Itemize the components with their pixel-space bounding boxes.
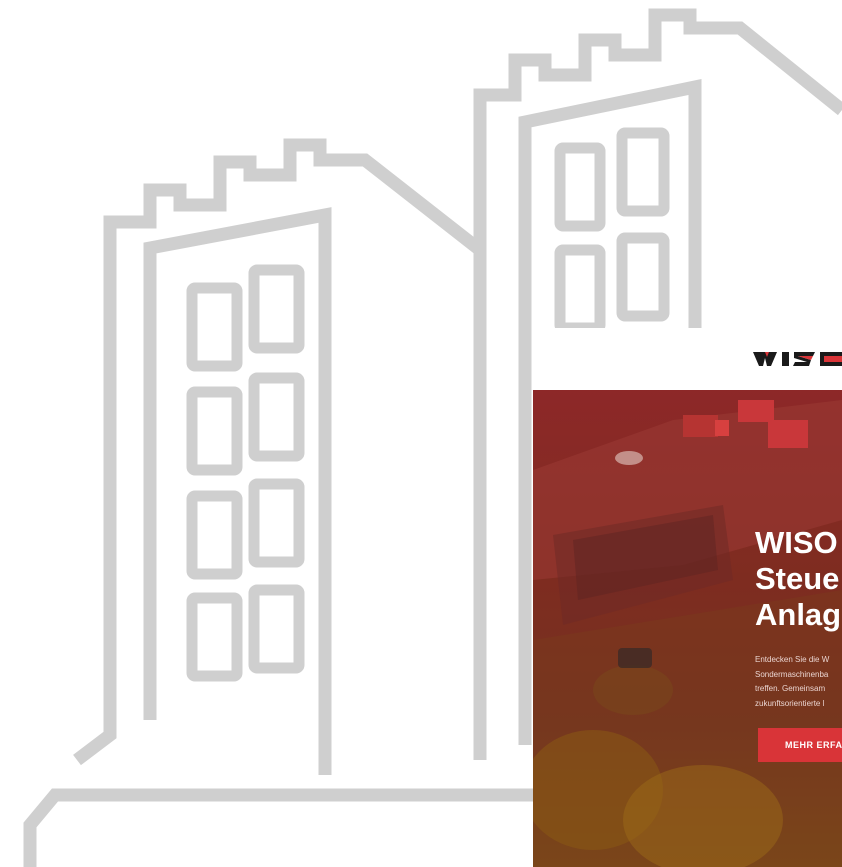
left-building-windows	[186, 264, 305, 682]
wiso-logo[interactable]	[753, 348, 842, 370]
preview-header	[533, 328, 842, 390]
right-building-windows	[554, 127, 670, 334]
hero-section: WISO Steue Anlag Entdecken Sie die W Son…	[533, 390, 842, 867]
left-building-base	[23, 788, 540, 867]
website-preview: WISO Steue Anlag Entdecken Sie die W Son…	[533, 328, 842, 867]
hero-content: WISO Steue Anlag Entdecken Sie die W Son…	[755, 525, 842, 711]
hero-description: Entdecken Sie die W Sondermaschinenba tr…	[755, 655, 830, 708]
hero-title: WISO Steue Anlag	[755, 525, 842, 632]
learn-more-button[interactable]: MEHR ERFA	[758, 728, 842, 762]
